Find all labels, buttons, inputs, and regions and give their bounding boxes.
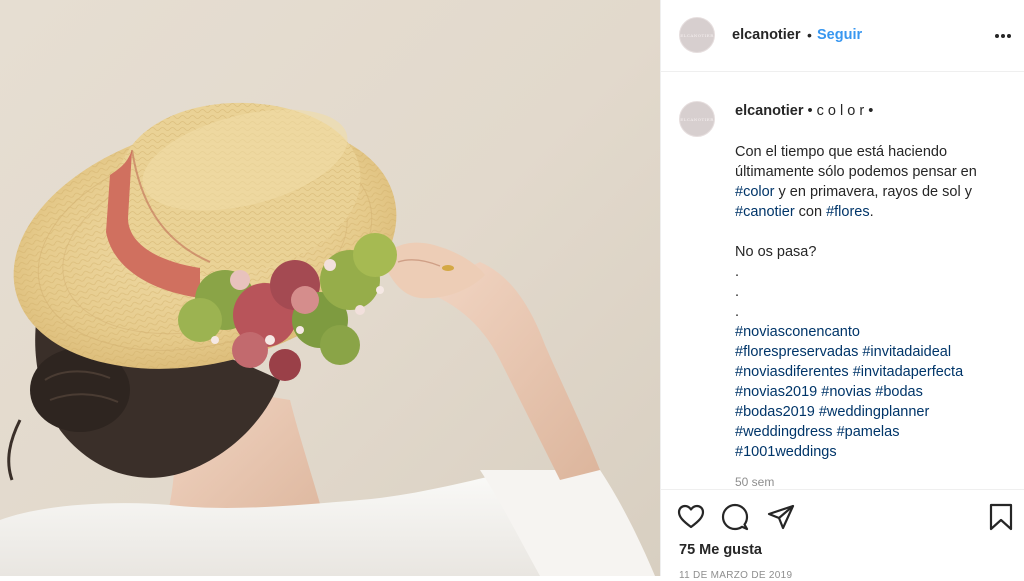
avatar-text: ELCANOTIER [680, 116, 714, 122]
caption-text-fragment: con [794, 204, 827, 220]
hashtag-link[interactable]: #noviasdiferentes [735, 364, 849, 380]
caption-line: Con el tiempo que está haciendo [735, 144, 948, 160]
hashtag-line: #weddingdress #pamelas [735, 422, 1005, 442]
caption-title: • c o l o r • [807, 103, 874, 119]
caption-text: Con el tiempo que está haciendo últimame… [735, 142, 1005, 462]
post-image-illustration [0, 102, 655, 576]
caption-dot-line: . [735, 284, 740, 300]
save-button[interactable] [987, 503, 1015, 531]
hashtag-link[interactable]: #invitadaideal [862, 344, 951, 360]
caption-text-fragment: . [869, 204, 874, 220]
caption-dot-line: . [735, 264, 740, 280]
hashtag-link[interactable]: #novias2019 [735, 384, 817, 400]
comment-button[interactable] [721, 503, 749, 531]
caption-dot-line: . [735, 304, 740, 320]
post-actions: 75 Me gusta 11 DE MARZO DE 2019 [661, 489, 1024, 581]
username-link[interactable]: elcanotier [732, 27, 801, 43]
hashtag-link[interactable]: #pamelas [837, 424, 900, 440]
comments-section[interactable]: ELCANOTIER elcanotier • c o l o r • Con … [661, 72, 1024, 488]
hashtag-link[interactable]: #novias [821, 384, 871, 400]
hashtag-link[interactable]: #flores [826, 204, 870, 220]
hashtag-line: #florespreservadas #invitadaideal [735, 342, 1005, 362]
hashtag-line: #noviasconencanto [735, 322, 1005, 342]
caption-line: No os pasa? [735, 244, 817, 260]
follow-button[interactable]: Seguir [817, 27, 862, 43]
caption-username[interactable]: elcanotier [735, 103, 804, 119]
hashtag-link[interactable]: #weddingplanner [819, 404, 929, 420]
share-button[interactable] [767, 503, 795, 531]
hashtag-line: #noviasdiferentes #invitadaperfecta [735, 362, 1005, 382]
caption-text-fragment: y en primavera, rayos de sol y [774, 184, 972, 200]
caption-line: #color y en primavera, rayos de sol y [735, 182, 1005, 202]
caption-line: últimamente sólo podemos pensar en [735, 164, 977, 180]
hashtag-line: #1001weddings [735, 442, 1005, 462]
hashtag-link[interactable]: #noviasconencanto [735, 324, 860, 340]
separator-dot: • [807, 27, 812, 43]
hashtag-link[interactable]: #invitadaperfecta [853, 364, 963, 380]
caption-time-ago[interactable]: 50 sem [735, 475, 774, 488]
caption-header: elcanotier • c o l o r • [735, 103, 873, 119]
avatar-text: ELCANOTIER [680, 32, 714, 38]
post-header: ELCANOTIER elcanotier • Seguir [661, 0, 1024, 72]
like-button[interactable] [677, 503, 705, 531]
post-sidebar: ELCANOTIER elcanotier • Seguir ELCANOTIE… [660, 0, 1024, 581]
share-icon [767, 504, 795, 530]
likes-count[interactable]: 75 Me gusta [679, 542, 762, 558]
comment-icon [721, 503, 749, 531]
caption-avatar[interactable]: ELCANOTIER [679, 101, 715, 137]
hashtag-link[interactable]: #canotier [735, 204, 795, 220]
bookmark-icon [989, 503, 1013, 531]
more-options-button[interactable] [991, 24, 1015, 48]
hashtag-link[interactable]: #color [735, 184, 775, 200]
caption-line: #canotier con #flores. [735, 202, 1005, 222]
heart-icon [677, 504, 705, 529]
hashtag-line: #novias2019 #novias #bodas [735, 382, 1005, 402]
hashtag-link[interactable]: #bodas2019 [735, 404, 815, 420]
hashtag-line: #bodas2019 #weddingplanner [735, 402, 1005, 422]
profile-avatar[interactable]: ELCANOTIER [679, 17, 715, 53]
hashtag-link[interactable]: #florespreservadas [735, 344, 858, 360]
hashtag-link[interactable]: #weddingdress [735, 424, 833, 440]
hashtag-link[interactable]: #bodas [875, 384, 923, 400]
post-photo[interactable] [0, 0, 660, 576]
hashtag-link[interactable]: #1001weddings [735, 444, 837, 460]
more-horizontal-icon [995, 34, 1011, 38]
